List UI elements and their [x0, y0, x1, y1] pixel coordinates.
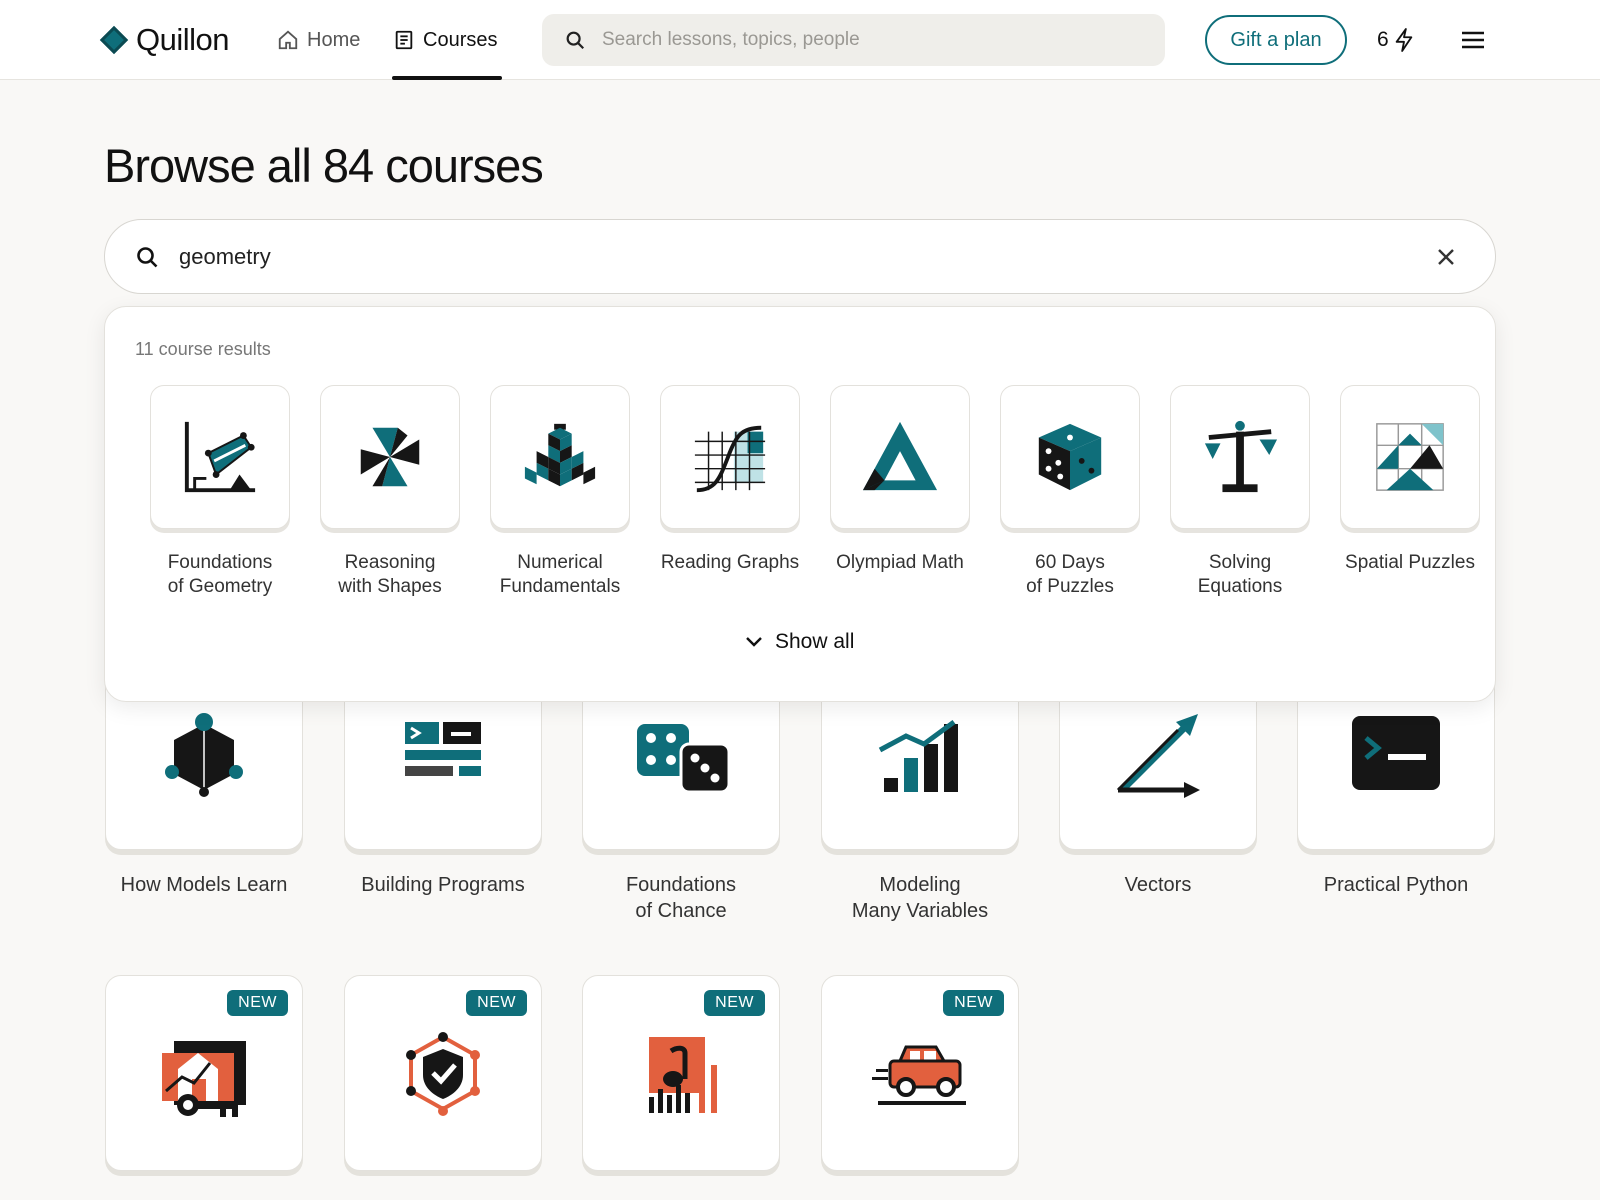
result-thumbnail — [660, 385, 800, 529]
result-label: Foundations of Geometry — [167, 552, 273, 597]
result-thumbnail — [320, 385, 460, 529]
result-foundations-of-geometry[interactable]: Foundations of Geometry — [135, 385, 305, 599]
result-thumbnail — [830, 385, 970, 529]
course-search-bar[interactable] — [104, 219, 1496, 294]
new-badge: NEW — [943, 990, 1004, 1016]
result-label: Reading Graphs — [660, 552, 800, 573]
course-search-input[interactable] — [179, 243, 1379, 270]
search-results-dropdown: 11 course results Foundations of Geometr… — [104, 306, 1496, 702]
result-60-days-of-puzzles[interactable]: 60 Days of Puzzles — [985, 385, 1155, 599]
result-thumbnail — [490, 385, 630, 529]
bar-trend-icon — [878, 719, 958, 792]
course-label: Foundations of Chance — [625, 874, 737, 922]
triangle-icon — [862, 421, 938, 491]
streak-counter[interactable]: 6 — [1377, 24, 1415, 56]
hamburger-menu-button[interactable] — [1459, 26, 1487, 54]
course-new-4[interactable]: NEW — [821, 975, 1019, 1171]
nav-home-label: Home — [307, 28, 361, 51]
results-count: 11 course results — [135, 339, 271, 359]
pinwheel-icon — [360, 427, 420, 487]
show-all-label: Show all — [775, 630, 855, 653]
brand-logo[interactable]: Quillon — [99, 20, 230, 60]
curve-grid-icon — [694, 425, 766, 493]
car-icon — [872, 1045, 966, 1105]
course-card: NEW — [582, 975, 780, 1171]
global-search-bar[interactable] — [542, 14, 1165, 66]
new-badge: NEW — [227, 990, 288, 1016]
terminal-icon — [1352, 716, 1440, 790]
new-badge: NEW — [466, 990, 527, 1016]
result-label: Olympiad Math — [836, 552, 964, 573]
geometry-graph-icon — [184, 421, 256, 493]
course-card: NEW — [821, 975, 1019, 1171]
result-thumbnail — [1000, 385, 1140, 529]
vector-arrows-icon — [1116, 714, 1200, 798]
course-label: Practical Python — [1323, 874, 1469, 896]
course-label: Building Programs — [361, 874, 525, 896]
page-title: Browse all 84 courses — [104, 139, 544, 192]
cube-stack-icon — [524, 423, 596, 487]
search-icon — [566, 31, 585, 50]
course-label: Vectors — [1124, 874, 1192, 896]
new-badge: NEW — [704, 990, 765, 1016]
course-new-2[interactable]: NEW — [344, 975, 542, 1171]
tile-puzzle-icon — [1376, 423, 1444, 491]
show-all-button[interactable]: Show all — [745, 627, 854, 657]
course-new-1[interactable]: NEW — [105, 975, 303, 1171]
result-olympiad-math[interactable]: Olympiad Math — [815, 385, 985, 575]
result-thumbnail — [1170, 385, 1310, 529]
top-navigation-bar: Quillon Home Courses Gift a plan 6 — [0, 0, 1600, 80]
result-solving-equations[interactable]: Solving Equations — [1155, 385, 1325, 599]
result-label: 60 Days of Puzzles — [1026, 552, 1114, 597]
result-label: Numerical Fundamentals — [499, 552, 621, 597]
nav-courses-label: Courses — [423, 28, 498, 51]
course-label: How Models Learn — [120, 874, 288, 896]
gift-plan-button[interactable]: Gift a plan — [1205, 15, 1347, 65]
result-label: Reasoning with Shapes — [338, 552, 442, 597]
dice-icon — [1038, 423, 1102, 491]
network-cube-icon — [165, 713, 243, 797]
result-reasoning-with-shapes[interactable]: Reasoning with Shapes — [305, 385, 475, 599]
shield-network-icon — [406, 1032, 480, 1116]
house-key-icon — [162, 1041, 246, 1117]
course-card: NEW — [344, 975, 542, 1171]
home-icon — [278, 30, 298, 50]
result-label: Spatial Puzzles — [1345, 552, 1475, 573]
streak-count: 6 — [1377, 28, 1389, 51]
close-icon — [1438, 249, 1454, 265]
result-reading-graphs[interactable]: Reading Graphs — [645, 385, 815, 575]
global-search-input[interactable] — [602, 29, 1122, 51]
active-tab-indicator — [392, 76, 502, 80]
brand-name: Quillon — [136, 22, 230, 57]
lightning-icon — [1395, 28, 1412, 52]
chevron-down-icon — [746, 637, 762, 647]
hamburger-menu-icon — [1462, 31, 1484, 49]
result-spatial-puzzles[interactable]: Spatial Puzzles — [1325, 385, 1495, 575]
result-thumbnail — [150, 385, 290, 529]
clear-search-button[interactable] — [1433, 244, 1459, 270]
result-label: Solving Equations — [1197, 552, 1283, 597]
result-thumbnail — [1340, 385, 1480, 529]
search-icon — [137, 246, 158, 267]
two-dice-icon — [637, 724, 731, 794]
course-card: NEW — [105, 975, 303, 1171]
music-bars-icon — [649, 1037, 717, 1113]
balance-scale-icon — [1204, 420, 1278, 493]
course-label: Modeling Many Variables — [851, 874, 989, 922]
logo-diamond-icon — [99, 25, 129, 55]
course-new-3[interactable]: NEW — [582, 975, 780, 1171]
result-numerical-fundamentals[interactable]: Numerical Fundamentals — [475, 385, 645, 599]
nav-courses[interactable]: Courses — [393, 22, 497, 58]
nav-home[interactable]: Home — [277, 22, 360, 58]
code-blocks-icon — [405, 722, 481, 776]
book-icon — [395, 30, 413, 50]
